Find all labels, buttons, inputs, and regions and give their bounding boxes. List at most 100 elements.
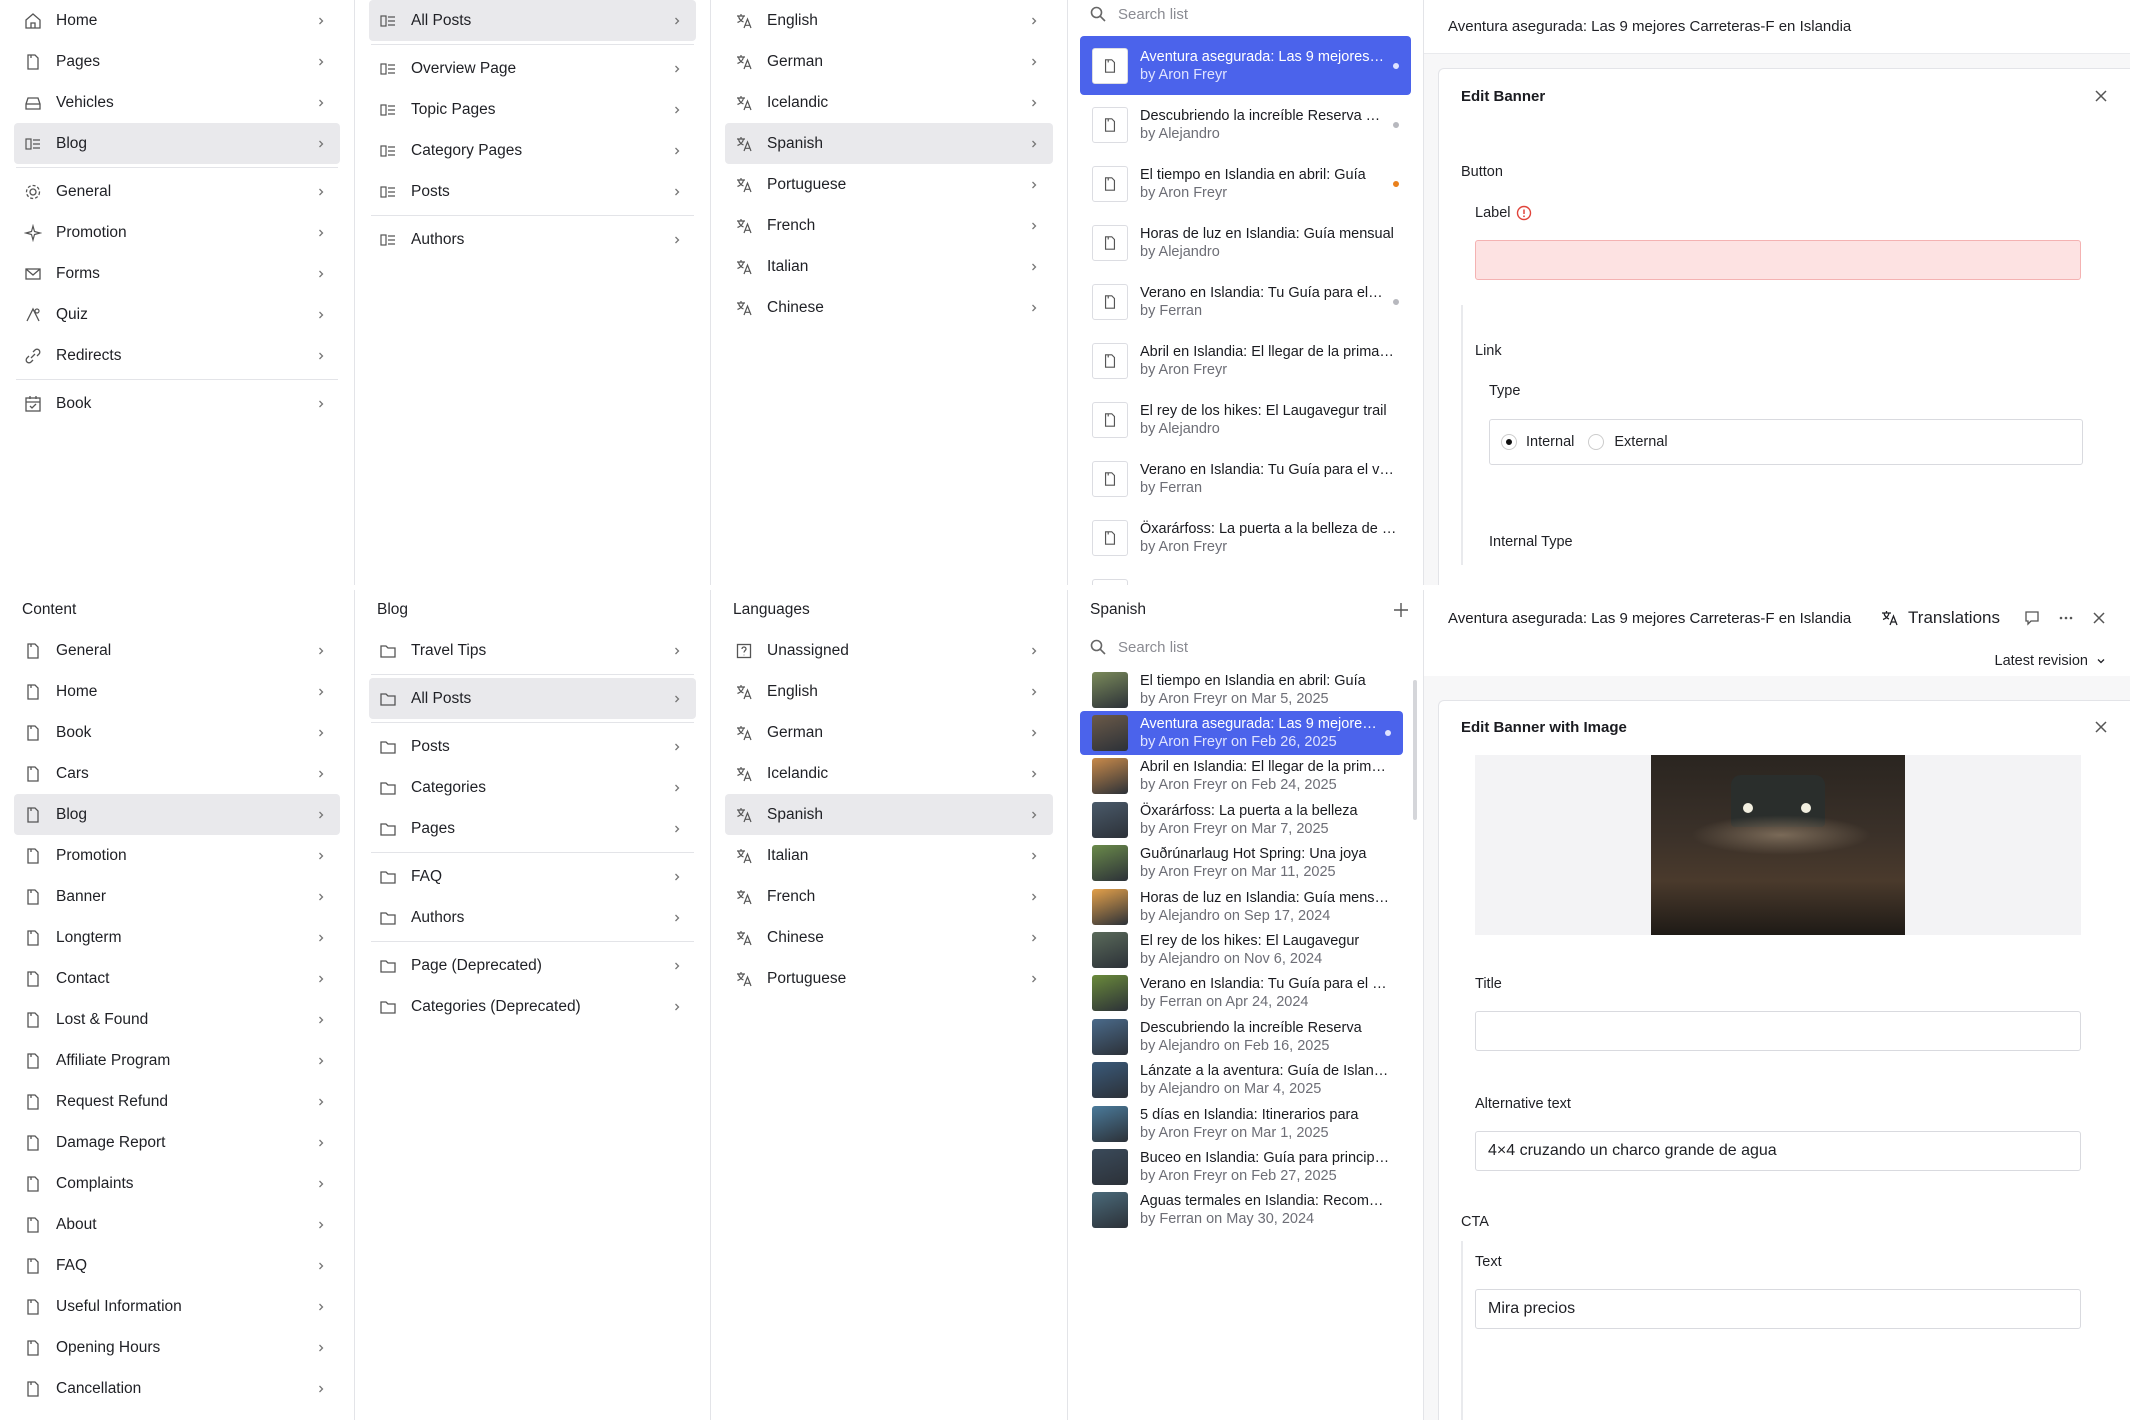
alt-text-input[interactable]: 4×4 cruzando un charco grande de agua: [1475, 1131, 2081, 1171]
nav-item-blog[interactable]: Blog: [14, 794, 340, 835]
document-item[interactable]: Öxarárfoss: La puerta a la belleza de Þi…: [1080, 508, 1411, 567]
nav-item-spanish[interactable]: Spanish: [725, 123, 1053, 164]
nav-item-redirects[interactable]: Redirects: [14, 335, 340, 376]
nav-item-request-refund[interactable]: Request Refund: [14, 1081, 340, 1122]
nav-item-categories-deprecated[interactable]: Categories (Deprecated): [369, 986, 696, 1027]
nav-item-travel-tips[interactable]: Travel Tips: [369, 630, 696, 671]
nav-item-italian[interactable]: Italian: [725, 835, 1053, 876]
document-item[interactable]: El tiempo en Islandia en abril: Guía by A…: [1080, 154, 1411, 213]
nav-item-italian[interactable]: Italian: [725, 246, 1053, 287]
nav-item-portuguese[interactable]: Portuguese: [725, 164, 1053, 205]
document-item[interactable]: Verano en Islandia: Tu Guía para el vera…: [1080, 972, 1403, 1015]
nav-item-book[interactable]: Book: [14, 712, 340, 753]
nav-item-damage-report[interactable]: Damage Report: [14, 1122, 340, 1163]
nav-item-chinese[interactable]: Chinese: [725, 917, 1053, 958]
document-item[interactable]: Abril en Islandia: El llegar de la prima…: [1080, 755, 1403, 798]
nav-item-english[interactable]: English: [725, 671, 1053, 712]
image-preview[interactable]: [1475, 755, 2081, 935]
revision-selector[interactable]: Latest revision: [1424, 646, 2130, 676]
document-item[interactable]: Descubriendo la increíble Reserva natura…: [1080, 95, 1411, 154]
document-item[interactable]: Guðrúnarlaug Hot Spring: Una joya: [1080, 567, 1411, 585]
nav-item-german[interactable]: German: [725, 712, 1053, 753]
nav-item-french[interactable]: French: [725, 205, 1053, 246]
document-item[interactable]: Buceo en Islandia: Guía para principiant…: [1080, 1145, 1403, 1188]
nav-item-cancellation[interactable]: Cancellation: [14, 1368, 340, 1409]
nav-item-chinese[interactable]: Chinese: [725, 287, 1053, 328]
nav-item-book[interactable]: Book: [14, 383, 340, 424]
nav-item-categories[interactable]: Categories: [369, 767, 696, 808]
nav-item-pages[interactable]: Pages: [369, 808, 696, 849]
nav-item-general[interactable]: General: [14, 630, 340, 671]
document-item[interactable]: Verano en Islandia: Tu Guía para el vera…: [1080, 449, 1411, 508]
nav-item-unassigned[interactable]: Unassigned: [725, 630, 1053, 671]
nav-item-all-posts[interactable]: All Posts: [369, 678, 696, 719]
nav-item-faq[interactable]: FAQ: [14, 1245, 340, 1286]
nav-item-general[interactable]: General: [14, 171, 340, 212]
nav-item-opening-hours[interactable]: Opening Hours: [14, 1327, 340, 1368]
document-item[interactable]: Abril en Islandia: El llegar de la prima…: [1080, 331, 1411, 390]
document-item[interactable]: Aventura asegurada: Las 9 mejores Carret…: [1080, 36, 1411, 95]
nav-item-useful-information[interactable]: Useful Information: [14, 1286, 340, 1327]
nav-item-faq[interactable]: FAQ: [369, 856, 696, 897]
plus-icon[interactable]: [1393, 602, 1409, 618]
nav-item-contact[interactable]: Contact: [14, 958, 340, 999]
nav-item-icelandic[interactable]: Icelandic: [725, 82, 1053, 123]
nav-item-page-deprecated[interactable]: Page (Deprecated): [369, 945, 696, 986]
text-input[interactable]: Mira precios: [1475, 1289, 2081, 1329]
nav-item-posts[interactable]: Posts: [369, 726, 696, 767]
document-item[interactable]: El rey de los hikes: El Laugavegur by Ale…: [1080, 928, 1403, 971]
nav-item-forms[interactable]: Forms: [14, 253, 340, 294]
nav-item-overview-page[interactable]: Overview Page: [369, 48, 696, 89]
document-item[interactable]: Öxarárfoss: La puerta a la belleza by Aro…: [1080, 798, 1403, 841]
document-item[interactable]: Aventura asegurada: Las 9 mejores Carret…: [1080, 711, 1403, 755]
nav-item-vehicles[interactable]: Vehicles: [14, 82, 340, 123]
document-item[interactable]: Horas de luz en Islandia: Guía mensual by…: [1080, 885, 1403, 928]
document-item[interactable]: El tiempo en Islandia en abril: Guía by A…: [1080, 668, 1403, 711]
nav-item-lost-found[interactable]: Lost & Found: [14, 999, 340, 1040]
nav-item-all-posts[interactable]: All Posts: [369, 0, 696, 41]
document-item[interactable]: 5 días en Islandia: Itinerarios para by A…: [1080, 1102, 1403, 1145]
nav-item-promotion[interactable]: Promotion: [14, 212, 340, 253]
nav-item-complaints[interactable]: Complaints: [14, 1163, 340, 1204]
nav-item-spanish[interactable]: Spanish: [725, 794, 1053, 835]
document-item[interactable]: Descubriendo la increíble Reserva by Alej…: [1080, 1015, 1403, 1058]
translations-button[interactable]: Translations: [1880, 608, 2000, 628]
document-item[interactable]: Verano en Islandia: Tu Guía para el vera…: [1080, 272, 1411, 331]
nav-item-promotion[interactable]: Promotion: [14, 835, 340, 876]
nav-item-category-pages[interactable]: Category Pages: [369, 130, 696, 171]
nav-item-authors[interactable]: Authors: [369, 219, 696, 260]
nav-item-affiliate-program[interactable]: Affiliate Program: [14, 1040, 340, 1081]
more-icon[interactable]: [2058, 610, 2074, 626]
document-item[interactable]: Lánzate a la aventura: Guía de Islandia b…: [1080, 1059, 1403, 1102]
label-input[interactable]: [1475, 240, 2081, 280]
external-radio[interactable]: [1588, 434, 1605, 450]
nav-item-icelandic[interactable]: Icelandic: [725, 753, 1053, 794]
search-box[interactable]: Search list: [1068, 0, 1423, 28]
nav-item-longterm[interactable]: Longterm: [14, 917, 340, 958]
nav-item-german[interactable]: German: [725, 41, 1053, 82]
nav-item-english[interactable]: English: [725, 0, 1053, 41]
title-input[interactable]: [1475, 1011, 2081, 1051]
nav-item-topic-pages[interactable]: Topic Pages: [369, 89, 696, 130]
document-item[interactable]: Aguas termales en Islandia: Recomendacio…: [1080, 1189, 1403, 1232]
close-icon[interactable]: [2094, 720, 2108, 734]
document-item[interactable]: Horas de luz en Islandia: Guía mensual by…: [1080, 213, 1411, 272]
comment-icon[interactable]: [2024, 610, 2040, 626]
nav-item-french[interactable]: French: [725, 876, 1053, 917]
nav-item-authors[interactable]: Authors: [369, 897, 696, 938]
close-icon[interactable]: [2092, 611, 2106, 625]
nav-item-home[interactable]: Home: [14, 671, 340, 712]
document-item[interactable]: El rey de los hikes: El Laugavegur trail…: [1080, 390, 1411, 449]
nav-item-blog[interactable]: Blog: [14, 123, 340, 164]
scrollbar[interactable]: [1413, 680, 1417, 820]
nav-item-pages[interactable]: Pages: [14, 41, 340, 82]
nav-item-about[interactable]: About: [14, 1204, 340, 1245]
nav-item-home[interactable]: Home: [14, 0, 340, 41]
close-icon[interactable]: [2094, 89, 2108, 103]
nav-item-quiz[interactable]: Quiz: [14, 294, 340, 335]
internal-radio[interactable]: [1502, 435, 1516, 449]
nav-item-posts[interactable]: Posts: [369, 171, 696, 212]
search-box[interactable]: Search list: [1068, 630, 1423, 664]
nav-item-banner[interactable]: Banner: [14, 876, 340, 917]
nav-item-cars[interactable]: Cars: [14, 753, 340, 794]
